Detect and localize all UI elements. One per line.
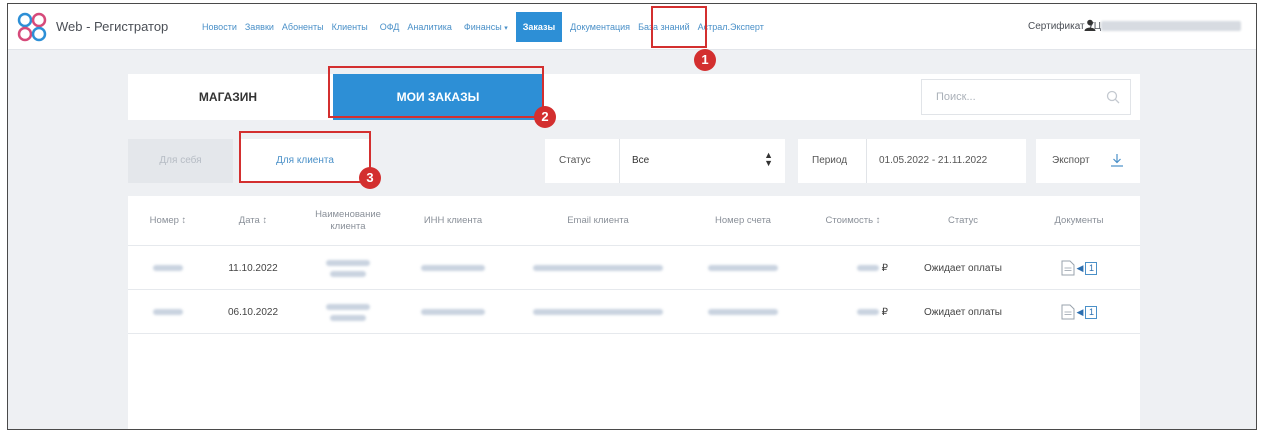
ruble-sign: ₽	[881, 306, 888, 318]
documents-group[interactable]: ◀ 1	[1061, 260, 1098, 276]
nav-clients[interactable]: Клиенты	[332, 22, 368, 32]
period-date-range[interactable]: 01.05.2022 - 21.11.2022	[866, 139, 1026, 183]
app-window: Web - Регистратор Новости Заявки Абонент…	[7, 3, 1257, 430]
callout-number-2: 2	[534, 106, 556, 128]
documents-count[interactable]: 1	[1085, 305, 1098, 319]
client-inn-redacted	[398, 290, 508, 334]
nav-subscribers[interactable]: Абоненты	[282, 22, 324, 32]
col-documents: Документы	[1054, 215, 1104, 226]
callout-number-1: 1	[694, 49, 716, 71]
documents-count[interactable]: 1	[1085, 261, 1098, 275]
search-box	[921, 79, 1131, 115]
col-invoice-number: Номер счета	[715, 215, 771, 226]
table-header: Номер ↕ Дата ↕ Наименование клиента ИНН …	[128, 196, 1140, 246]
nav-analytics[interactable]: Аналитика	[407, 22, 452, 32]
select-arrows-icon: ▲ ▼	[764, 150, 773, 168]
order-cost: ₽	[798, 290, 908, 334]
status-select[interactable]: Все ▲ ▼	[619, 139, 785, 183]
search-input[interactable]	[922, 80, 1092, 114]
order-number-redacted	[128, 290, 208, 334]
invoice-number-redacted	[688, 246, 798, 290]
col-date[interactable]: Дата ↕	[208, 196, 298, 246]
nav-finance-label: Финансы	[463, 22, 502, 32]
table-row[interactable]: 11.10.2022 ₽ Ожидает оплаты ◀ 1	[128, 246, 1140, 290]
document-icon[interactable]	[1061, 260, 1075, 276]
col-number[interactable]: Номер ↕	[128, 196, 208, 246]
status-value: Все	[632, 155, 650, 166]
nav-astral-expert[interactable]: Астрал.Эксперт	[698, 22, 764, 32]
col-cost[interactable]: Стоимость ↕	[798, 196, 908, 246]
app-logo-icon[interactable]	[16, 11, 48, 43]
period-filter: Период 01.05.2022 - 21.11.2022	[798, 139, 1026, 183]
col-client-email: Email клиента	[567, 215, 629, 226]
nav-requests[interactable]: Заявки	[245, 22, 274, 32]
orders-table: Номер ↕ Дата ↕ Наименование клиента ИНН …	[128, 196, 1140, 429]
order-status: Ожидает оплаты	[924, 306, 1002, 318]
document-icon[interactable]	[1061, 304, 1075, 320]
download-icon	[1111, 154, 1123, 167]
callout-box-my-orders	[328, 66, 544, 118]
callout-box-orders-nav	[651, 6, 707, 48]
nav-documentation[interactable]: Документация	[570, 22, 630, 32]
nav-finance[interactable]: Финансы ▾	[464, 22, 508, 32]
client-name-redacted	[298, 290, 398, 334]
table-row[interactable]: 06.10.2022 ₽ Ожидает оплаты ◀ 1	[128, 290, 1140, 334]
app-title[interactable]: Web - Регистратор	[56, 19, 168, 34]
arrow-left-icon: ◀	[1076, 262, 1084, 273]
tab-shop[interactable]: МАГАЗИН	[128, 74, 328, 120]
callout-box-for-client	[239, 131, 371, 183]
user-icon[interactable]	[1084, 19, 1096, 31]
top-navbar: Web - Регистратор Новости Заявки Абонент…	[8, 4, 1256, 50]
client-email-redacted	[508, 246, 688, 290]
invoice-number-redacted	[688, 290, 798, 334]
ruble-sign: ₽	[881, 262, 888, 274]
export-button[interactable]: Экспорт	[1036, 139, 1140, 183]
documents-group[interactable]: ◀ 1	[1061, 304, 1098, 320]
subtab-for-self[interactable]: Для себя	[128, 139, 233, 183]
status-filter: Статус Все ▲ ▼	[545, 139, 785, 183]
col-client-inn: ИНН клиента	[423, 215, 483, 226]
arrow-left-icon: ◀	[1076, 306, 1084, 317]
client-email-redacted	[508, 290, 688, 334]
export-label: Экспорт	[1052, 155, 1090, 166]
order-status: Ожидает оплаты	[924, 262, 1002, 274]
status-label: Статус	[559, 155, 591, 166]
nav-ofd[interactable]: ОФД	[380, 22, 400, 32]
period-label: Период	[812, 155, 848, 166]
chevron-down-icon: ▾	[504, 25, 508, 32]
order-date: 11.10.2022	[228, 262, 278, 274]
order-documents[interactable]: ◀ 1	[1018, 246, 1140, 290]
callout-number-3: 3	[359, 167, 381, 189]
search-icon[interactable]	[1106, 90, 1120, 104]
col-client-name: Наименование клиента	[315, 209, 381, 232]
order-number-redacted	[128, 246, 208, 290]
order-cost: ₽	[798, 246, 908, 290]
order-date: 06.10.2022	[227, 306, 279, 318]
order-documents[interactable]: ◀ 1	[1018, 290, 1140, 334]
user-name-redacted[interactable]	[1101, 21, 1241, 31]
nav-news[interactable]: Новости	[202, 22, 237, 32]
client-name-redacted	[298, 246, 398, 290]
col-status: Статус	[947, 215, 979, 226]
orders-tab-bar: МАГАЗИН МОИ ЗАКАЗЫ	[128, 74, 1140, 120]
client-inn-redacted	[398, 246, 508, 290]
nav-orders[interactable]: Заказы	[515, 12, 563, 42]
